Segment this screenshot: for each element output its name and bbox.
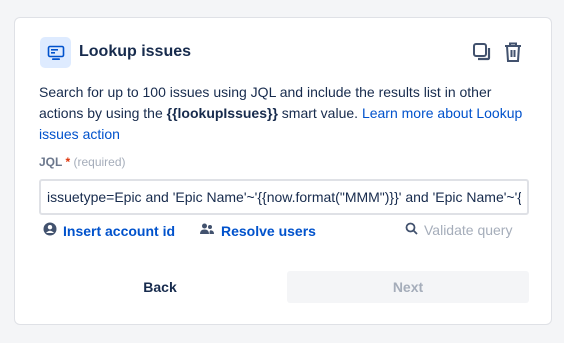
- copy-icon[interactable]: [470, 40, 494, 64]
- validate-query-label: Validate query: [424, 222, 513, 238]
- search-icon: [405, 222, 418, 238]
- jql-label: JQL * (required): [39, 155, 126, 169]
- smart-value: {{lookupIssues}}: [166, 105, 278, 121]
- person-icon: [43, 222, 57, 239]
- description: Search for up to 100 issues using JQL an…: [39, 82, 529, 145]
- jql-input[interactable]: [39, 179, 529, 215]
- insert-account-id-button[interactable]: Insert account id: [43, 222, 175, 239]
- resolve-users-button[interactable]: Resolve users: [199, 222, 316, 239]
- required-text: (required): [73, 155, 126, 169]
- trash-icon[interactable]: [501, 40, 525, 64]
- description-middle: smart value.: [277, 105, 362, 121]
- insert-account-id-label: Insert account id: [63, 222, 176, 239]
- jql-label-text: JQL: [39, 155, 63, 169]
- monitor-icon: [40, 37, 71, 68]
- card-title: Lookup issues: [79, 43, 192, 60]
- lookup-issues-card: Lookup issues Search for up to 100 issue…: [14, 17, 552, 325]
- users-icon: [199, 222, 215, 239]
- validate-query-button[interactable]: Validate query: [405, 222, 512, 238]
- next-button[interactable]: Next: [287, 271, 529, 303]
- resolve-users-label: Resolve users: [221, 222, 316, 239]
- required-marker: *: [65, 155, 71, 169]
- back-button[interactable]: Back: [29, 271, 291, 303]
